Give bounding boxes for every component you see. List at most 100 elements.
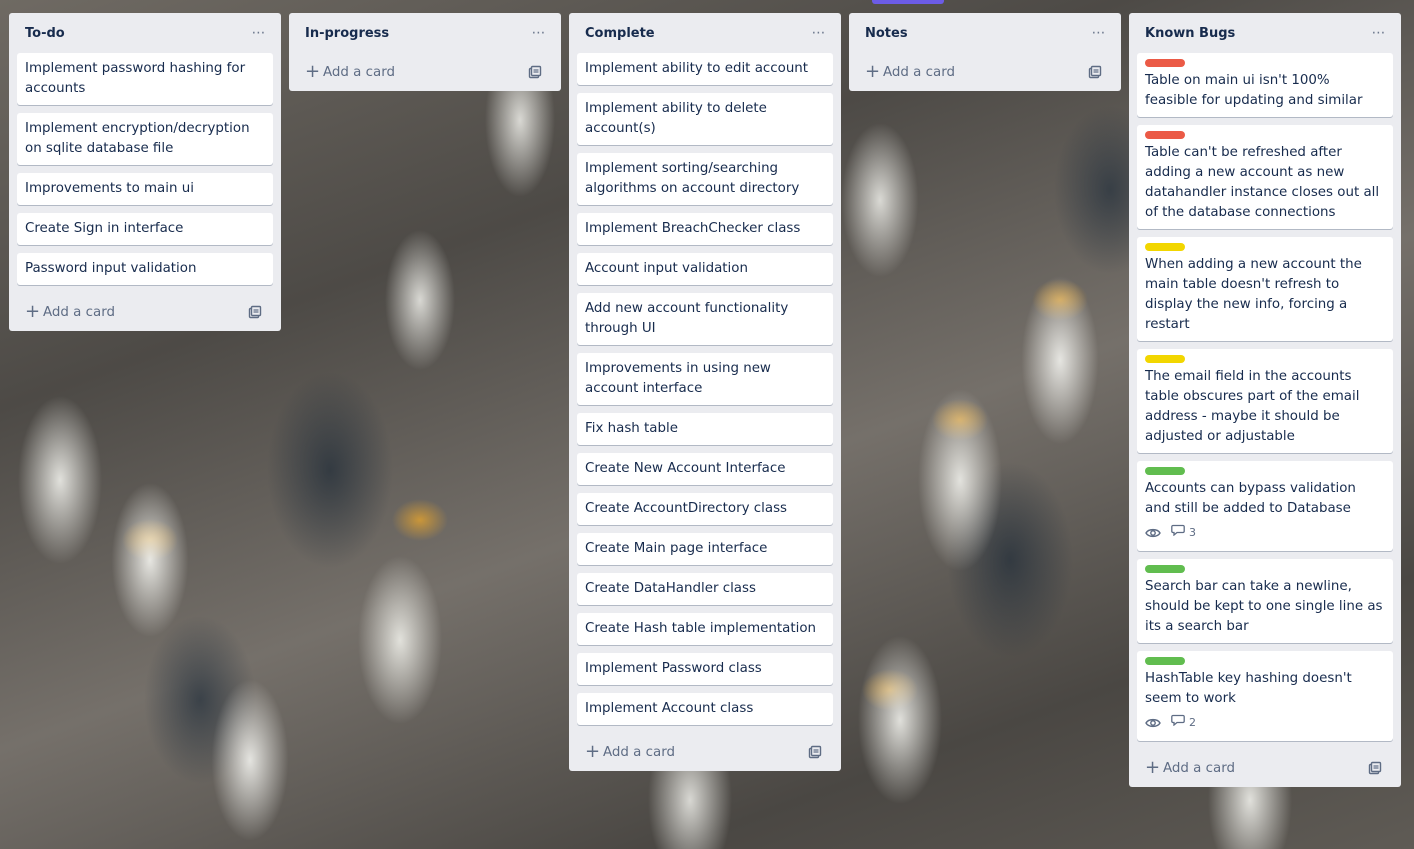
add-card-button[interactable]: + Add a card <box>865 63 955 81</box>
add-card-button[interactable]: + Add a card <box>25 303 115 321</box>
card[interactable]: Fix hash table <box>577 413 833 445</box>
list-header: In-progress ⋯ <box>297 13 553 53</box>
card-label-yellow[interactable] <box>1145 243 1185 251</box>
card[interactable]: Create New Account Interface <box>577 453 833 485</box>
card-label-green[interactable] <box>1145 467 1185 475</box>
card[interactable]: Improvements to main ui <box>17 173 273 205</box>
card-title: Implement sorting/searching algorithms o… <box>585 161 800 196</box>
card-title: Table on main ui isn't 100% feasible for… <box>1145 73 1363 108</box>
card[interactable]: Create AccountDirectory class <box>577 493 833 525</box>
card[interactable]: Add new account functionality through UI <box>577 293 833 345</box>
add-card-row: + Add a card <box>297 53 553 91</box>
card[interactable]: The email field in the accounts table ob… <box>1137 349 1393 453</box>
card-title: Create AccountDirectory class <box>585 501 788 516</box>
card[interactable]: Implement BreachChecker class <box>577 213 833 245</box>
card-title: Implement BreachChecker class <box>585 221 801 236</box>
card[interactable]: Implement sorting/searching algorithms o… <box>577 153 833 205</box>
card-title: Improvements to main ui <box>25 181 194 196</box>
add-card-button[interactable]: + Add a card <box>585 743 675 761</box>
card-title: Implement ability to edit account <box>585 61 809 76</box>
card-title: Accounts can bypass validation and still… <box>1145 481 1356 516</box>
card-title: Account input validation <box>585 261 748 276</box>
plus-icon: + <box>1145 757 1161 778</box>
add-card-row: + Add a card <box>17 293 273 331</box>
card[interactable]: Table on main ui isn't 100% feasible for… <box>1137 53 1393 117</box>
list-title[interactable]: Known Bugs <box>1145 26 1235 41</box>
plus-icon: + <box>865 61 881 82</box>
list-menu-button[interactable]: ⋯ <box>805 19 833 47</box>
card-title: Table can't be refreshed after adding a … <box>1145 145 1380 220</box>
card-title: Create Sign in interface <box>25 221 184 236</box>
card-template-icon[interactable] <box>803 740 827 764</box>
add-card-button[interactable]: + Add a card <box>305 63 395 81</box>
card[interactable]: Create Main page interface <box>577 533 833 565</box>
card[interactable]: Create Hash table implementation <box>577 613 833 645</box>
card-title: When adding a new account the main table… <box>1145 257 1362 332</box>
card[interactable]: Implement ability to edit account <box>577 53 833 85</box>
ellipsis-icon: ⋯ <box>811 25 827 41</box>
list-menu-button[interactable]: ⋯ <box>525 19 553 47</box>
board-background: To-do ⋯ Implement password hashing for acc… <box>0 0 1414 849</box>
board-header-tab <box>872 0 944 4</box>
add-card-row: + Add a card <box>1137 749 1393 787</box>
list-title[interactable]: Notes <box>865 26 908 41</box>
card-title: Create DataHandler class <box>585 581 756 596</box>
card[interactable]: Password input validation <box>17 253 273 285</box>
plus-icon: + <box>305 61 321 82</box>
ellipsis-icon: ⋯ <box>531 25 547 41</box>
card-label-green[interactable] <box>1145 657 1185 665</box>
add-card-row: + Add a card <box>577 733 833 771</box>
card-template-icon[interactable] <box>243 300 267 324</box>
card[interactable]: Table can't be refreshed after adding a … <box>1137 125 1393 229</box>
card-template-icon[interactable] <box>1083 60 1107 84</box>
card-label-red[interactable] <box>1145 59 1185 67</box>
card[interactable]: When adding a new account the main table… <box>1137 237 1393 341</box>
list-menu-button[interactable]: ⋯ <box>245 19 273 47</box>
card-title: HashTable key hashing doesn't seem to wo… <box>1145 671 1352 706</box>
comment-count: 2 <box>1189 716 1196 729</box>
card-title: Fix hash table <box>585 421 678 436</box>
card-title: Add new account functionality through UI <box>585 301 789 336</box>
comment-count: 3 <box>1189 526 1196 539</box>
list-known-bugs: Known Bugs ⋯ Table on main ui isn't 100% f… <box>1129 13 1401 787</box>
card-label-yellow[interactable] <box>1145 355 1185 363</box>
card[interactable]: Implement Password class <box>577 653 833 685</box>
card[interactable]: Create Sign in interface <box>17 213 273 245</box>
list-title[interactable]: Complete <box>585 26 655 41</box>
card-label-red[interactable] <box>1145 131 1185 139</box>
add-card-label: Add a card <box>1163 760 1235 776</box>
card[interactable]: Search bar can take a newline, should be… <box>1137 559 1393 643</box>
list-header: Notes ⋯ <box>857 13 1113 53</box>
card-template-icon[interactable] <box>523 60 547 84</box>
list-header: Known Bugs ⋯ <box>1137 13 1393 53</box>
card[interactable]: HashTable key hashing doesn't seem to wo… <box>1137 651 1393 741</box>
ellipsis-icon: ⋯ <box>1091 25 1107 41</box>
card-title: Search bar can take a newline, should be… <box>1145 579 1383 634</box>
card-title: The email field in the accounts table ob… <box>1145 369 1360 444</box>
list-title[interactable]: In-progress <box>305 26 389 41</box>
list-header: Complete ⋯ <box>577 13 833 53</box>
add-card-row: + Add a card <box>857 53 1113 91</box>
add-card-button[interactable]: + Add a card <box>1145 759 1235 777</box>
card[interactable]: Implement Account class <box>577 693 833 725</box>
list-menu-button[interactable]: ⋯ <box>1085 19 1113 47</box>
add-card-label: Add a card <box>323 64 395 80</box>
card-title: Create Hash table implementation <box>585 621 817 636</box>
card[interactable]: Implement ability to delete account(s) <box>577 93 833 145</box>
card[interactable]: Create DataHandler class <box>577 573 833 605</box>
card[interactable]: Account input validation <box>577 253 833 285</box>
card-title: Implement password hashing for accounts <box>25 61 246 96</box>
card[interactable]: Implement encryption/decryption on sqlit… <box>17 113 273 165</box>
plus-icon: + <box>25 301 41 322</box>
card[interactable]: Implement password hashing for accounts <box>17 53 273 105</box>
comment-icon <box>1171 523 1185 543</box>
card-template-icon[interactable] <box>1363 756 1387 780</box>
list-header: To-do ⋯ <box>17 13 273 53</box>
card[interactable]: Accounts can bypass validation and still… <box>1137 461 1393 551</box>
eye-icon <box>1145 527 1161 539</box>
list-title[interactable]: To-do <box>25 26 65 41</box>
plus-icon: + <box>585 741 601 762</box>
card[interactable]: Improvements in using new account interf… <box>577 353 833 405</box>
list-menu-button[interactable]: ⋯ <box>1365 19 1393 47</box>
card-label-green[interactable] <box>1145 565 1185 573</box>
